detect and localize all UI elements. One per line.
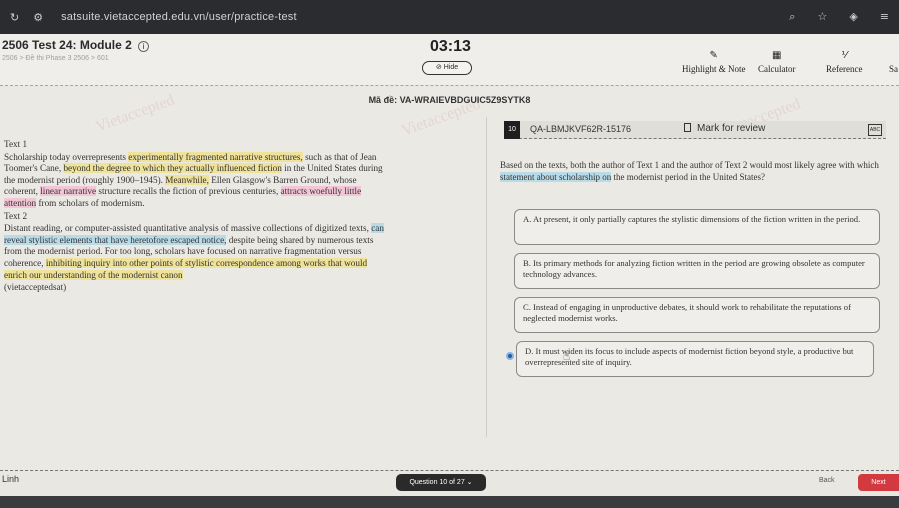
stem-highlight: statement about scholarship on: [500, 171, 612, 182]
more-tool-button[interactable]: Sa: [889, 48, 898, 74]
question-number: 10: [504, 121, 520, 139]
choice-letter: A.: [523, 214, 532, 224]
highlight-note-button[interactable]: ✎ Highlight & Note: [682, 48, 746, 74]
choice-text: It must widen its focus to include aspec…: [525, 346, 854, 367]
pen-icon: ✎: [709, 50, 718, 61]
calculator-icon: ▦: [772, 50, 782, 61]
footer: Linh Question 10 of 27 ⌄ Back Next: [0, 470, 899, 496]
question-bar: 10 QA-LBMJKVF62R-15176 Mark for review A…: [504, 121, 886, 139]
choice-text: Its primary methods for analyzing fictio…: [523, 258, 865, 279]
highlighted-text: beyond the degree to which they actually…: [63, 163, 282, 174]
answer-choice-c[interactable]: C. Instead of engaging in unproductive d…: [514, 297, 880, 333]
taskbar: [0, 496, 899, 508]
breadcrumb: 2506 > Đề thi Phase 3 2506 > 601: [2, 55, 109, 62]
selected-radio[interactable]: [506, 352, 514, 360]
browser-toolbar: ↻ ⚙ satsuite.vietaccepted.edu.vn/user/pr…: [0, 0, 899, 34]
eye-off-icon: ⊘: [435, 64, 442, 71]
hide-label: Hide: [443, 64, 459, 71]
site-info-icon[interactable]: ⚙: [33, 11, 43, 24]
passage-text: from scholars of modernism.: [36, 197, 145, 208]
choice-text: At present, it only partially captures t…: [533, 214, 861, 224]
address-bar[interactable]: satsuite.vietaccepted.edu.vn/user/practi…: [61, 11, 297, 23]
test-title-text: 2506 Test 24: Module 2: [2, 38, 132, 52]
more-tool-label: Sa: [889, 64, 898, 74]
answer-eliminator-button[interactable]: ABC: [868, 124, 882, 136]
hide-timer-button[interactable]: ⊘ Hide: [422, 61, 472, 75]
mark-for-review-button[interactable]: Mark for review: [684, 123, 765, 134]
info-icon[interactable]: i: [137, 41, 149, 52]
hand-cursor-icon: ☝: [563, 349, 571, 363]
question-id: QA-LBMJKVF62R-15176: [530, 124, 632, 134]
highlighted-text: Meanwhile,: [165, 174, 209, 185]
question-nav-label: Question 10 of 27: [409, 479, 465, 486]
reference-button[interactable]: ⅟ Reference: [826, 48, 862, 74]
next-button[interactable]: Next: [858, 474, 899, 491]
reference-icon: ⅟: [841, 50, 848, 61]
highlight-note-label: Highlight & Note: [682, 64, 746, 74]
choice-letter: B.: [523, 258, 531, 268]
passage-text: structure recalls the fiction of previou…: [96, 186, 281, 197]
question-navigator-button[interactable]: Question 10 of 27 ⌄: [396, 474, 486, 491]
text1-body: Scholarship today overrepresents experim…: [4, 151, 392, 210]
highlighted-text: experimentally fragmented narrative stru…: [128, 151, 303, 162]
passage-source: (vietacceptedsat): [4, 282, 67, 293]
choice-letter: C.: [523, 302, 531, 312]
text1-label: Text 1: [4, 139, 28, 149]
answer-choice-a[interactable]: A. At present, it only partially capture…: [514, 209, 880, 245]
test-header: 2506 Test 24: Module 2 i 2506 > Đề thi Ph…: [0, 34, 899, 86]
reference-label: Reference: [826, 64, 863, 74]
pane-divider[interactable]: [486, 117, 487, 437]
bookmark-star-icon[interactable]: ☆: [817, 10, 827, 24]
highlighted-text: linear narrative: [40, 186, 97, 197]
calculator-label: Calculator: [758, 64, 796, 74]
calculator-button[interactable]: ▦ Calculator: [758, 48, 796, 74]
stem-text: the modernist period in the United State…: [611, 171, 765, 182]
passage-text: Distant reading, or computer-assisted qu…: [4, 223, 372, 234]
test-title: 2506 Test 24: Module 2 i: [2, 38, 149, 52]
extensions-icon[interactable]: ◈: [849, 10, 857, 24]
chevron-down-icon: ⌄: [466, 479, 473, 486]
timer: 03:13: [430, 38, 471, 55]
highlighted-text: inhibiting inquiry into other points of …: [4, 257, 368, 280]
zoom-icon[interactable]: ⌕: [789, 10, 795, 24]
student-name: Linh: [2, 474, 20, 484]
choice-text: Instead of engaging in unproductive deba…: [523, 302, 851, 323]
answer-choice-b[interactable]: B. Its primary methods for analyzing fic…: [514, 253, 880, 289]
passage-text: Scholarship today overrepresents: [4, 151, 129, 162]
reload-icon[interactable]: ↻: [10, 11, 19, 24]
mark-review-label: Mark for review: [697, 123, 766, 134]
question-stem: Based on the texts, both the author of T…: [500, 160, 886, 183]
text2-label: Text 2: [4, 210, 28, 221]
choice-letter: D.: [525, 346, 534, 356]
menu-icon[interactable]: ≡: [880, 10, 889, 24]
main-content: Mã đề: VA-WRAIEVBDGUIC5Z9SYTK8 Vietaccep…: [0, 87, 899, 470]
passage: Text 1 Scholarship today overrepresents …: [4, 139, 392, 295]
stem-text: Based on the texts, both the author of T…: [500, 160, 879, 170]
bookmark-icon: [684, 123, 691, 132]
back-button[interactable]: Back: [819, 477, 835, 484]
text2-body: Distant reading, or computer-assisted qu…: [4, 223, 392, 281]
